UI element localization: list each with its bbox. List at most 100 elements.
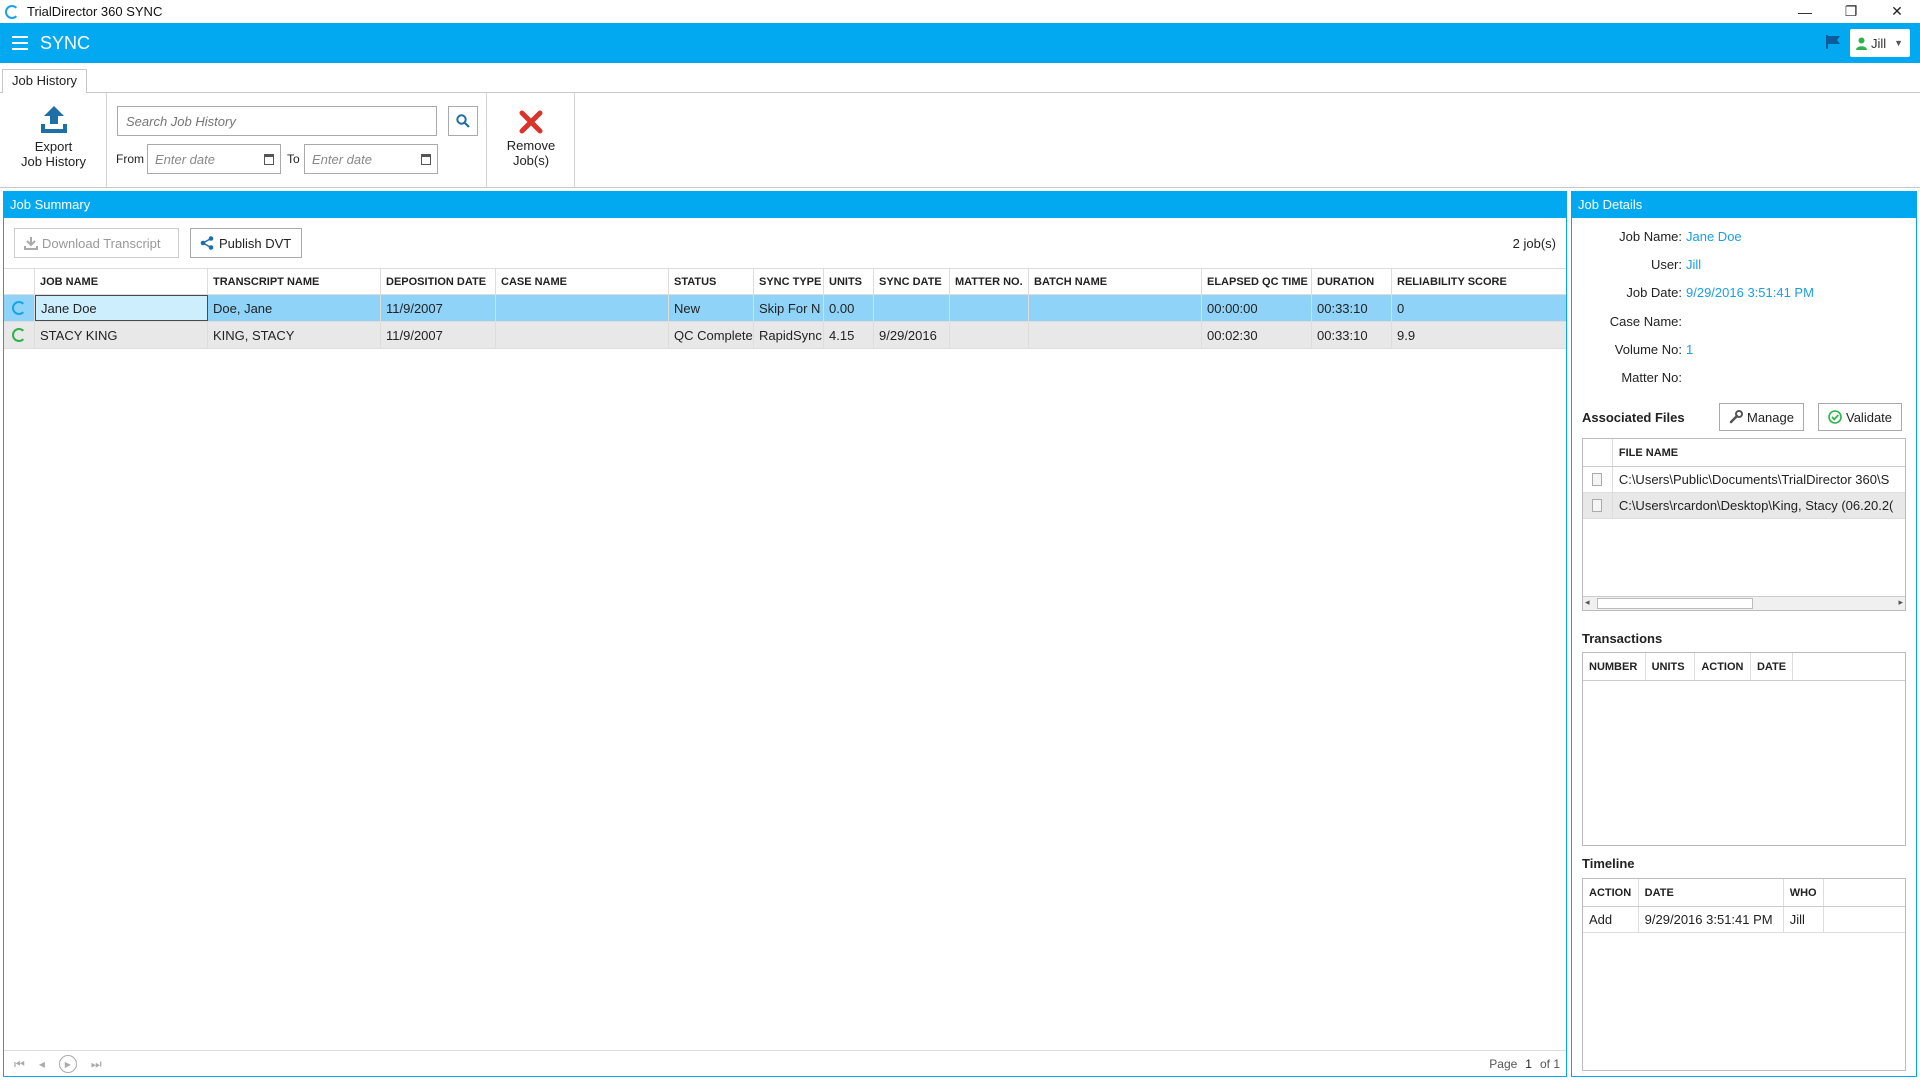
from-date-input[interactable]: Enter date [147,144,281,174]
reliability-score-cell[interactable]: 0 [1392,295,1566,321]
duration-cell[interactable]: 00:33:10 [1312,322,1392,348]
column-header[interactable]: ACTION [1583,879,1639,906]
scroll-right-icon[interactable]: ▸ [1898,597,1903,608]
timeline-row[interactable]: Add 9/29/2016 3:51:41 PM Jill [1583,907,1905,933]
column-header[interactable]: TRANSCRIPT NAME [208,269,381,294]
sync-type-cell[interactable]: RapidSync [754,322,824,348]
units-cell[interactable]: 0.00 [824,295,874,321]
first-page-icon[interactable]: ⏮ [14,1057,25,1072]
sync-type-cell[interactable]: Skip For N [754,295,824,321]
file-row[interactable]: C:\Users\Public\Documents\TrialDirector … [1583,467,1905,493]
search-button[interactable] [448,106,478,136]
validate-button[interactable]: Validate [1818,403,1903,431]
detail-value: 1 [1686,342,1694,357]
video-file-icon [1592,499,1603,512]
file-row[interactable]: C:\Users\rcardon\Desktop\King, Stacy (06… [1583,493,1905,519]
timeline-date-cell[interactable]: 9/29/2016 3:51:41 PM [1639,907,1784,932]
column-header[interactable]: DATE [1751,653,1793,680]
column-header[interactable]: UNITS [824,269,874,294]
file-name-cell[interactable]: C:\Users\rcardon\Desktop\King, Stacy (06… [1613,493,1905,518]
window-titlebar: TrialDirector 360 SYNC — ❐ ✕ [0,0,1920,23]
hamburger-menu-icon[interactable] [12,36,28,50]
transcript-name-cell[interactable]: KING, STACY [208,322,381,348]
manage-button[interactable]: Manage [1719,403,1804,431]
search-input[interactable] [117,106,437,136]
status-cell[interactable]: QC Complete [669,322,754,348]
column-header[interactable]: NUMBER [1583,653,1646,680]
remove-jobs-button[interactable]: Remove Job(s) [495,109,567,168]
tab-job-history[interactable]: Job History [2,69,88,94]
column-header[interactable]: SYNC DATE [874,269,950,294]
timeline-title: Timeline [1582,856,1635,871]
reliability-score-cell[interactable]: 9.9 [1392,322,1566,348]
window-title: TrialDirector 360 SYNC [27,4,163,19]
to-date-placeholder: Enter date [312,151,372,167]
status-cell[interactable]: New [669,295,754,321]
sync-date-cell[interactable]: 9/29/2016 [874,322,950,348]
elapsed-qc-time-cell[interactable]: 00:02:30 [1202,322,1312,348]
column-header[interactable]: RELIABILITY SCORE [1392,269,1566,294]
next-page-icon[interactable]: ▶ [58,1055,77,1073]
timeline-who-cell[interactable]: Jill [1784,907,1824,932]
elapsed-qc-time-cell[interactable]: 00:00:00 [1202,295,1312,321]
publish-dvt-button[interactable]: Publish DVT [190,228,302,258]
last-page-icon[interactable]: ⏭ [91,1057,102,1072]
sync-date-cell[interactable] [874,295,950,321]
column-header[interactable]: JOB NAME [35,269,208,294]
units-cell[interactable]: 4.15 [824,322,874,348]
column-header[interactable]: STATUS [669,269,754,294]
column-header[interactable]: ELAPSED QC TIME [1202,269,1312,294]
app-logo-icon [5,4,19,19]
scrollbar-thumb[interactable] [1597,598,1753,609]
matter-no-cell[interactable] [950,295,1029,321]
column-header[interactable]: DEPOSITION DATE [381,269,496,294]
document-icon [1592,473,1603,486]
calendar-icon[interactable] [421,154,431,165]
restore-button[interactable]: ❐ [1828,0,1874,23]
scroll-left-icon[interactable]: ◂ [1585,597,1590,608]
duration-cell[interactable]: 00:33:10 [1312,295,1392,321]
column-header[interactable]: DURATION [1312,269,1392,294]
download-transcript-button[interactable]: Download Transcript [14,228,179,258]
column-header[interactable]: MATTER NO. [950,269,1029,294]
minimize-button[interactable]: — [1782,0,1828,23]
to-date-input[interactable]: Enter date [304,144,438,174]
timeline-action-cell[interactable]: Add [1583,907,1639,932]
close-button[interactable]: ✕ [1874,0,1920,23]
job-name-cell[interactable]: STACY KING [35,322,208,348]
files-horizontal-scrollbar[interactable]: ◂ ▸ [1583,596,1905,610]
file-name-cell[interactable]: C:\Users\Public\Documents\TrialDirector … [1613,467,1905,492]
flag-icon[interactable] [1826,35,1842,49]
column-header[interactable]: ACTION [1695,653,1751,680]
column-header[interactable]: WHO [1784,879,1824,906]
validate-label: Validate [1846,409,1893,425]
column-header[interactable]: FILE NAME [1613,439,1905,466]
export-job-history-button[interactable]: Export Job History [10,104,97,169]
detail-job-name: Job Name: Jane Doe [1572,229,1916,251]
table-row[interactable]: Jane Doe Doe, Jane 11/9/2007 New Skip Fo… [4,295,1566,322]
case-name-cell[interactable] [496,295,669,321]
detail-user: User: Jill [1572,257,1916,279]
deposition-date-cell[interactable]: 11/9/2007 [381,322,496,348]
sync-status-icon [12,301,26,315]
page-number[interactable]: 1 [1525,1057,1532,1071]
page-label: Page [1489,1057,1518,1071]
column-header[interactable]: BATCH NAME [1029,269,1202,294]
job-name-cell[interactable]: Jane Doe [35,295,208,321]
transcript-name-cell[interactable]: Doe, Jane [208,295,381,321]
batch-name-cell[interactable] [1029,295,1202,321]
share-icon [200,236,214,250]
batch-name-cell[interactable] [1029,322,1202,348]
user-menu-button[interactable]: Jill ▼ [1850,29,1910,57]
column-header[interactable]: UNITS [1646,653,1696,680]
calendar-icon[interactable] [264,154,274,165]
detail-label: Matter No: [1621,370,1682,385]
column-header[interactable]: CASE NAME [496,269,669,294]
case-name-cell[interactable] [496,322,669,348]
deposition-date-cell[interactable]: 11/9/2007 [381,295,496,321]
column-header[interactable]: SYNC TYPE [754,269,824,294]
prev-page-icon[interactable]: ◂ [39,1057,45,1071]
matter-no-cell[interactable] [950,322,1029,348]
column-header[interactable]: DATE [1639,879,1784,906]
table-row[interactable]: STACY KING KING, STACY 11/9/2007 QC Comp… [4,322,1566,349]
